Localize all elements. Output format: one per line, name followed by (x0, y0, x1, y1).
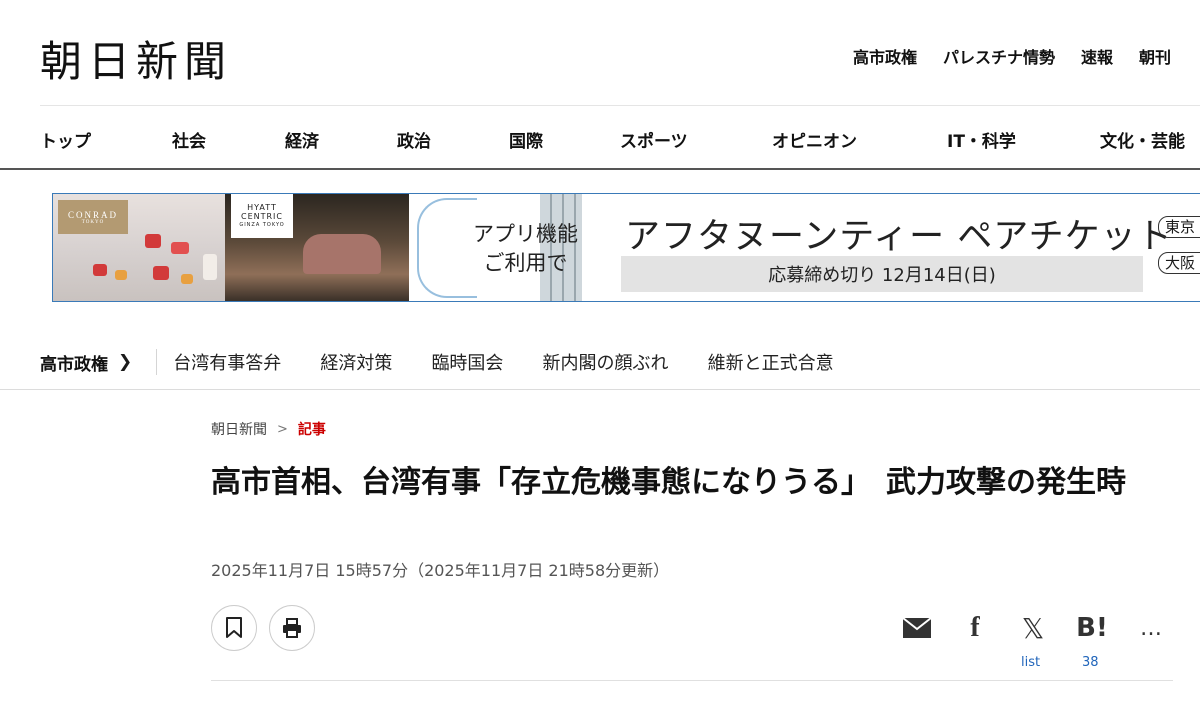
ornament-decoration (417, 198, 477, 298)
topic-link-diet[interactable]: 臨時国会 (431, 353, 503, 374)
nav-divider (0, 168, 1200, 170)
chevron-right-icon[interactable]: ❯ (118, 352, 132, 372)
topic-divider (0, 389, 1200, 390)
header-divider (40, 105, 1200, 106)
bookmark-icon (226, 617, 242, 638)
banner-photo-conrad: CONRAD TOKYO (53, 194, 225, 301)
main-nav: トップ 社会 経済 政治 国際 スポーツ オピニオン IT・科学 文化・芸能 (40, 127, 1200, 152)
hatena-share-button[interactable]: B! (1074, 612, 1110, 644)
top-link-palestine[interactable]: パレスチナ情勢 (943, 44, 1055, 68)
banner-headline: アフタヌーンティー ペアチケット (625, 217, 1173, 257)
breadcrumb-current: 記事 (297, 422, 326, 438)
mail-icon (902, 617, 932, 638)
more-share-button[interactable]: … (1133, 612, 1169, 644)
nav-it-science[interactable]: IT・科学 (947, 127, 1016, 152)
top-links: 高市政権 パレスチナ情勢 速報 朝刊 (853, 44, 1171, 68)
facebook-icon: f (970, 612, 980, 643)
sofa-image (303, 234, 381, 274)
topic-link-cabinet[interactable]: 新内閣の顔ぶれ (543, 353, 669, 374)
app-feature-text: アプリ機能 ご利用で (473, 222, 578, 275)
nav-top[interactable]: トップ (40, 127, 91, 152)
topic-main-link[interactable]: 高市政権 (40, 350, 108, 375)
banner-photo-hyatt: HYATT CENTRIC GINZA TOKYO (225, 194, 582, 301)
nav-society[interactable]: 社会 (172, 127, 206, 152)
topic-link-economic[interactable]: 経済対策 (320, 353, 392, 374)
hatena-count[interactable]: 38 (1082, 655, 1099, 670)
topic-bar: 高市政権 ❯ 台湾有事答弁 経済対策 臨時国会 新内閣の顔ぶれ 維新と正式合意 (40, 349, 868, 375)
city-tokyo: 東京 (1158, 216, 1200, 238)
topic-links: 台湾有事答弁 経済対策 臨時国会 新内閣の顔ぶれ 維新と正式合意 (173, 349, 867, 375)
breadcrumb-separator: > (277, 421, 288, 437)
breadcrumb-home[interactable]: 朝日新聞 (211, 419, 267, 439)
topic-separator (156, 349, 158, 375)
more-dots-icon: … (1140, 615, 1162, 641)
topic-link-taiwan[interactable]: 台湾有事答弁 (173, 353, 281, 374)
nav-international[interactable]: 国際 (509, 127, 543, 152)
printer-icon (283, 618, 301, 638)
top-link-breaking[interactable]: 速報 (1081, 44, 1113, 68)
share-divider (211, 680, 1173, 681)
x-share-button[interactable]: 𝕏 (1015, 611, 1051, 645)
top-link-takaichi[interactable]: 高市政権 (853, 44, 917, 68)
hyatt-logo: HYATT CENTRIC GINZA TOKYO (231, 194, 293, 238)
facebook-share-button[interactable]: f (957, 612, 993, 644)
ad-banner[interactable]: CONRAD TOKYO HYATT CENTRIC GINZA TOKYO ア… (52, 193, 1200, 302)
breadcrumb: 朝日新聞 > 記事 (211, 419, 326, 439)
nav-politics[interactable]: 政治 (397, 127, 431, 152)
conrad-logo: CONRAD TOKYO (58, 200, 128, 234)
banner-deadline: 応募締め切り 12月14日(日) (621, 256, 1143, 292)
article-title: 高市首相、台湾有事「存立危機事態になりうる」 武力攻撃の発生時 (211, 465, 1126, 500)
x-list-link[interactable]: list (1021, 655, 1040, 670)
print-button[interactable] (269, 605, 315, 651)
nav-economy[interactable]: 経済 (285, 127, 319, 152)
nav-opinion[interactable]: オピニオン (772, 127, 857, 152)
nav-culture[interactable]: 文化・芸能 (1100, 127, 1185, 152)
hatena-bookmark-icon: B! (1076, 613, 1108, 643)
x-icon: 𝕏 (1021, 611, 1045, 645)
top-link-morning[interactable]: 朝刊 (1139, 44, 1171, 68)
bookmark-button[interactable] (211, 605, 257, 651)
logo[interactable]: 朝日新聞 (40, 28, 232, 89)
nav-sports[interactable]: スポーツ (620, 127, 688, 152)
article-dateline: 2025年11月7日 15時57分（2025年11月7日 21時58分更新） (211, 561, 670, 580)
mail-share-button[interactable] (899, 612, 935, 644)
city-osaka: 大阪 (1158, 252, 1200, 274)
topic-link-ishin[interactable]: 維新と正式合意 (708, 353, 834, 374)
